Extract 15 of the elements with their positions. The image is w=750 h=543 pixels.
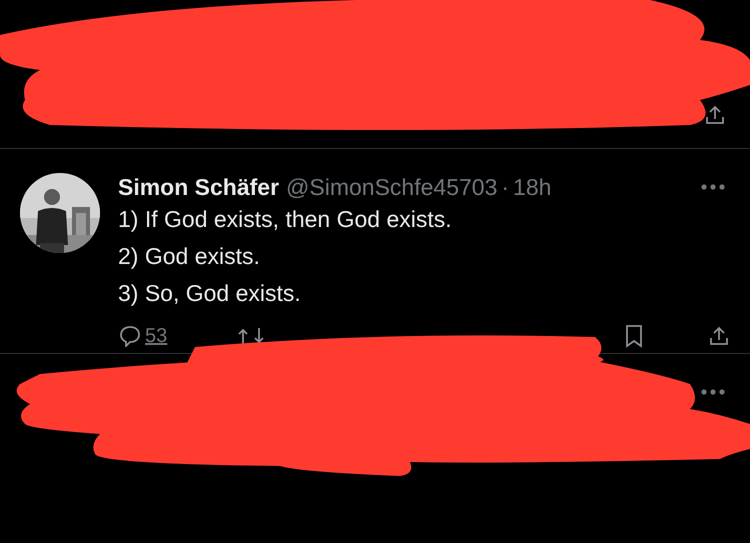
author-name[interactable]: Simon Schäfer bbox=[118, 173, 280, 201]
comment-icon[interactable] bbox=[118, 325, 142, 347]
post-text-line: 1) If God exists, then God exists. bbox=[118, 205, 453, 234]
reply-count[interactable]: 53 bbox=[145, 324, 168, 348]
bookmark-icon[interactable] bbox=[624, 324, 644, 348]
share-icon[interactable] bbox=[704, 104, 726, 126]
post-text-line: 3) So, God exists. bbox=[118, 279, 302, 308]
post-time[interactable]: 18h bbox=[513, 173, 552, 201]
more-options-icon[interactable] bbox=[700, 183, 726, 191]
separator-dot: · bbox=[501, 173, 510, 201]
author-handle[interactable]: @SimonSchfe45703 bbox=[286, 173, 498, 201]
share-icon[interactable] bbox=[708, 325, 730, 347]
more-options-icon[interactable] bbox=[700, 388, 726, 396]
post-text-line: 2) God exists. bbox=[118, 242, 261, 271]
repost-icon[interactable] bbox=[238, 326, 264, 346]
